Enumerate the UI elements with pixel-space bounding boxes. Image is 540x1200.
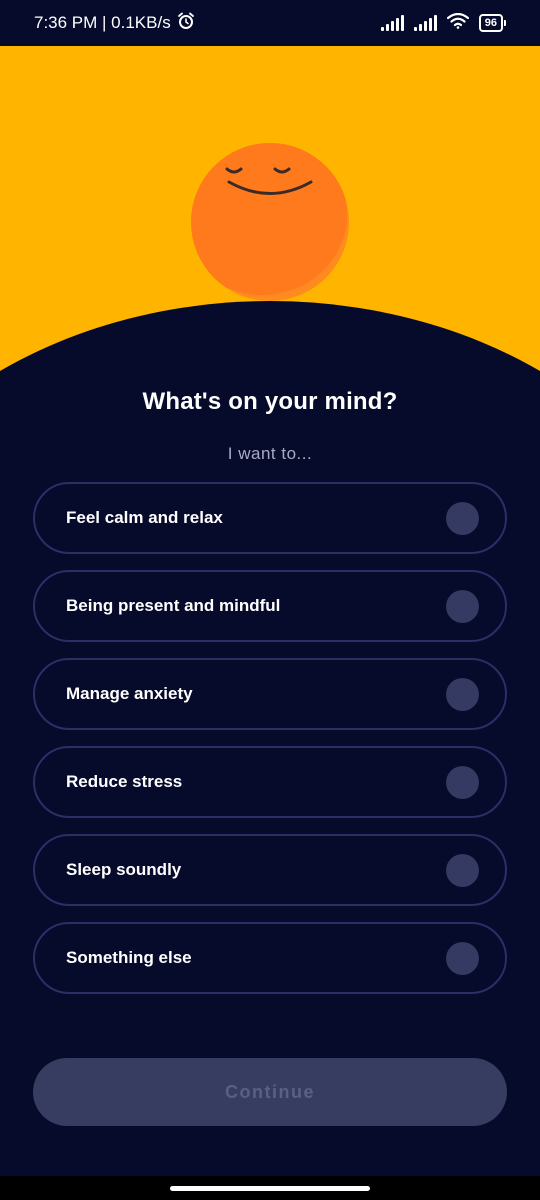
hero-illustration	[0, 46, 540, 406]
options-list: Feel calm and relax Being present and mi…	[33, 482, 507, 1010]
status-left: 7:36 PM | 0.1KB/s	[34, 12, 195, 35]
battery-level: 96	[478, 14, 503, 32]
option-present-mindful[interactable]: Being present and mindful	[33, 570, 507, 642]
alarm-clock-icon	[177, 12, 195, 35]
option-label: Something else	[66, 948, 192, 967]
radio-button[interactable]	[446, 677, 479, 711]
option-reduce-stress[interactable]: Reduce stress	[33, 746, 507, 818]
radio-button[interactable]	[446, 765, 479, 799]
page-title: What's on your mind?	[142, 388, 398, 415]
status-time: 7:36 PM | 0.1KB/s	[34, 13, 171, 32]
home-indicator[interactable]	[170, 1186, 370, 1191]
wifi-icon	[446, 12, 469, 34]
navigation-bar	[0, 1176, 540, 1200]
status-right: 96	[380, 12, 506, 34]
page-subtitle: I want to...	[227, 444, 313, 463]
option-label: Feel calm and relax	[66, 508, 223, 527]
battery-icon: 96	[478, 14, 506, 32]
signal-strength-icon	[380, 15, 404, 31]
radio-button[interactable]	[446, 589, 479, 623]
radio-button[interactable]	[446, 501, 479, 535]
continue-button[interactable]: Continue	[33, 1058, 507, 1126]
smiling-sun-icon	[191, 143, 349, 301]
option-label: Being present and mindful	[66, 596, 281, 615]
onboarding-screen: 7:36 PM | 0.1KB/s 96 What's on your mind…	[0, 0, 540, 1200]
signal-strength-icon-2	[413, 15, 437, 31]
option-feel-calm[interactable]: Feel calm and relax	[33, 482, 507, 554]
option-something-else[interactable]: Something else	[33, 922, 507, 994]
option-manage-anxiety[interactable]: Manage anxiety	[33, 658, 507, 730]
radio-button[interactable]	[446, 941, 479, 975]
radio-button[interactable]	[446, 853, 479, 887]
option-sleep-soundly[interactable]: Sleep soundly	[33, 834, 507, 906]
option-label: Sleep soundly	[66, 860, 182, 879]
status-bar: 7:36 PM | 0.1KB/s 96	[0, 0, 540, 46]
option-label: Manage anxiety	[66, 684, 193, 703]
option-label: Reduce stress	[66, 772, 183, 791]
